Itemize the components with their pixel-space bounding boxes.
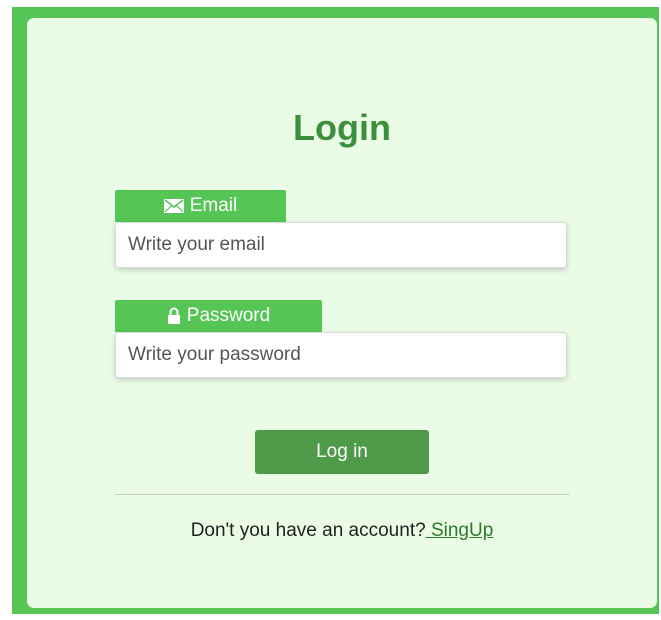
- email-label: Email: [115, 190, 286, 222]
- password-label: Password: [115, 300, 322, 332]
- email-label-text: Email: [189, 195, 238, 216]
- page-title: Login: [293, 107, 391, 148]
- password-field[interactable]: [115, 332, 567, 378]
- signup-prompt: Don't you have an account? SingUp: [27, 520, 657, 542]
- login-card: Login Email Password Log in Don't you ha…: [27, 18, 657, 608]
- login-button[interactable]: Log in: [255, 430, 429, 474]
- envelope-icon: [163, 199, 184, 213]
- email-field[interactable]: [115, 222, 567, 268]
- password-label-text: Password: [186, 305, 271, 326]
- divider: [115, 494, 570, 495]
- signup-link[interactable]: SingUp: [426, 520, 493, 541]
- signup-prompt-text: Don't you have an account?: [190, 520, 426, 541]
- lock-icon: [167, 307, 181, 325]
